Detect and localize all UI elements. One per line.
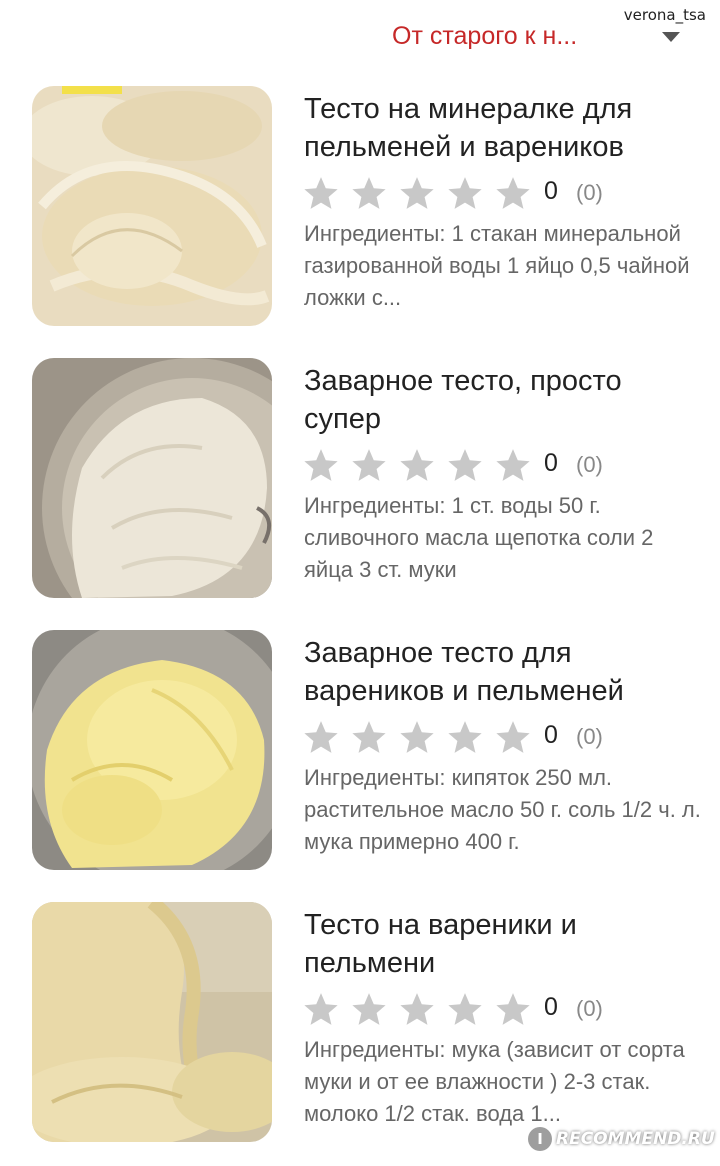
star-icon[interactable] [398,174,436,212]
star-icon[interactable] [494,446,532,484]
star-icon[interactable] [302,174,340,212]
rating-count: (0) [576,452,603,477]
rating-row: 0 (0) [302,174,712,214]
recipe-card[interactable]: Заварное тесто, просто супер 0 (0) Ингре… [0,358,720,608]
recipe-thumbnail[interactable] [32,630,272,870]
recipe-thumbnail[interactable] [32,358,272,598]
star-icon[interactable] [350,174,388,212]
recommend-watermark-text: RECOMMEND.RU [556,1129,715,1149]
triangle-down-icon [662,32,680,42]
recipe-title[interactable]: Заварное тесто, просто супер [304,362,704,438]
rating-count: (0) [576,180,603,205]
rating-value: 0 [544,721,558,749]
recipe-thumbnail[interactable] [32,86,272,326]
star-icon[interactable] [398,446,436,484]
recipe-ingredients: Ингредиенты: 1 стакан минеральной газиро… [304,221,690,310]
star-icon[interactable] [494,174,532,212]
rating-value: 0 [544,449,558,477]
star-icon[interactable] [350,718,388,756]
rating-row: 0 (0) [302,446,712,486]
rating-row: 0 (0) [302,718,712,758]
star-icon[interactable] [398,990,436,1028]
rating-count: (0) [576,996,603,1021]
recipe-ingredients: Ингредиенты: мука (зависит от сорта муки… [304,1037,685,1126]
recipe-title[interactable]: Тесто на вареники и пельмени [304,906,704,982]
star-icon[interactable] [494,718,532,756]
recipe-ingredients: Ингредиенты: кипяток 250 мл. растительно… [304,765,701,854]
recipe-title[interactable]: Заварное тесто для вареников и пельменей [304,634,704,710]
star-icon[interactable] [350,990,388,1028]
sort-dropdown-label: От старого к н... [392,22,578,50]
star-icon[interactable] [302,718,340,756]
recipe-thumbnail[interactable] [32,902,272,1142]
star-icon[interactable] [446,446,484,484]
recommend-logo-icon: I [528,1127,552,1151]
star-icon[interactable] [350,446,388,484]
rating-value: 0 [544,993,558,1021]
rating-value: 0 [544,177,558,205]
recipe-card[interactable]: Тесто на вареники и пельмени 0 (0) Ингре… [0,902,720,1152]
recipe-card[interactable]: Тесто на минералке для пельменей и варен… [0,86,720,336]
rating-count: (0) [576,724,603,749]
star-icon[interactable] [494,990,532,1028]
star-icon[interactable] [446,718,484,756]
star-icon[interactable] [302,990,340,1028]
sort-dropdown[interactable]: От старого к н... [392,22,692,62]
recommend-watermark: I RECOMMEND.RU [528,1124,715,1154]
star-icon[interactable] [446,990,484,1028]
star-icon[interactable] [446,174,484,212]
rating-row: 0 (0) [302,990,712,1030]
star-icon[interactable] [302,446,340,484]
recipe-title[interactable]: Тесто на минералке для пельменей и варен… [304,90,704,166]
recipe-card[interactable]: Заварное тесто для вареников и пельменей… [0,630,720,880]
star-icon[interactable] [398,718,436,756]
recipe-ingredients: Ингредиенты: 1 ст. воды 50 г. сливочного… [304,493,654,582]
